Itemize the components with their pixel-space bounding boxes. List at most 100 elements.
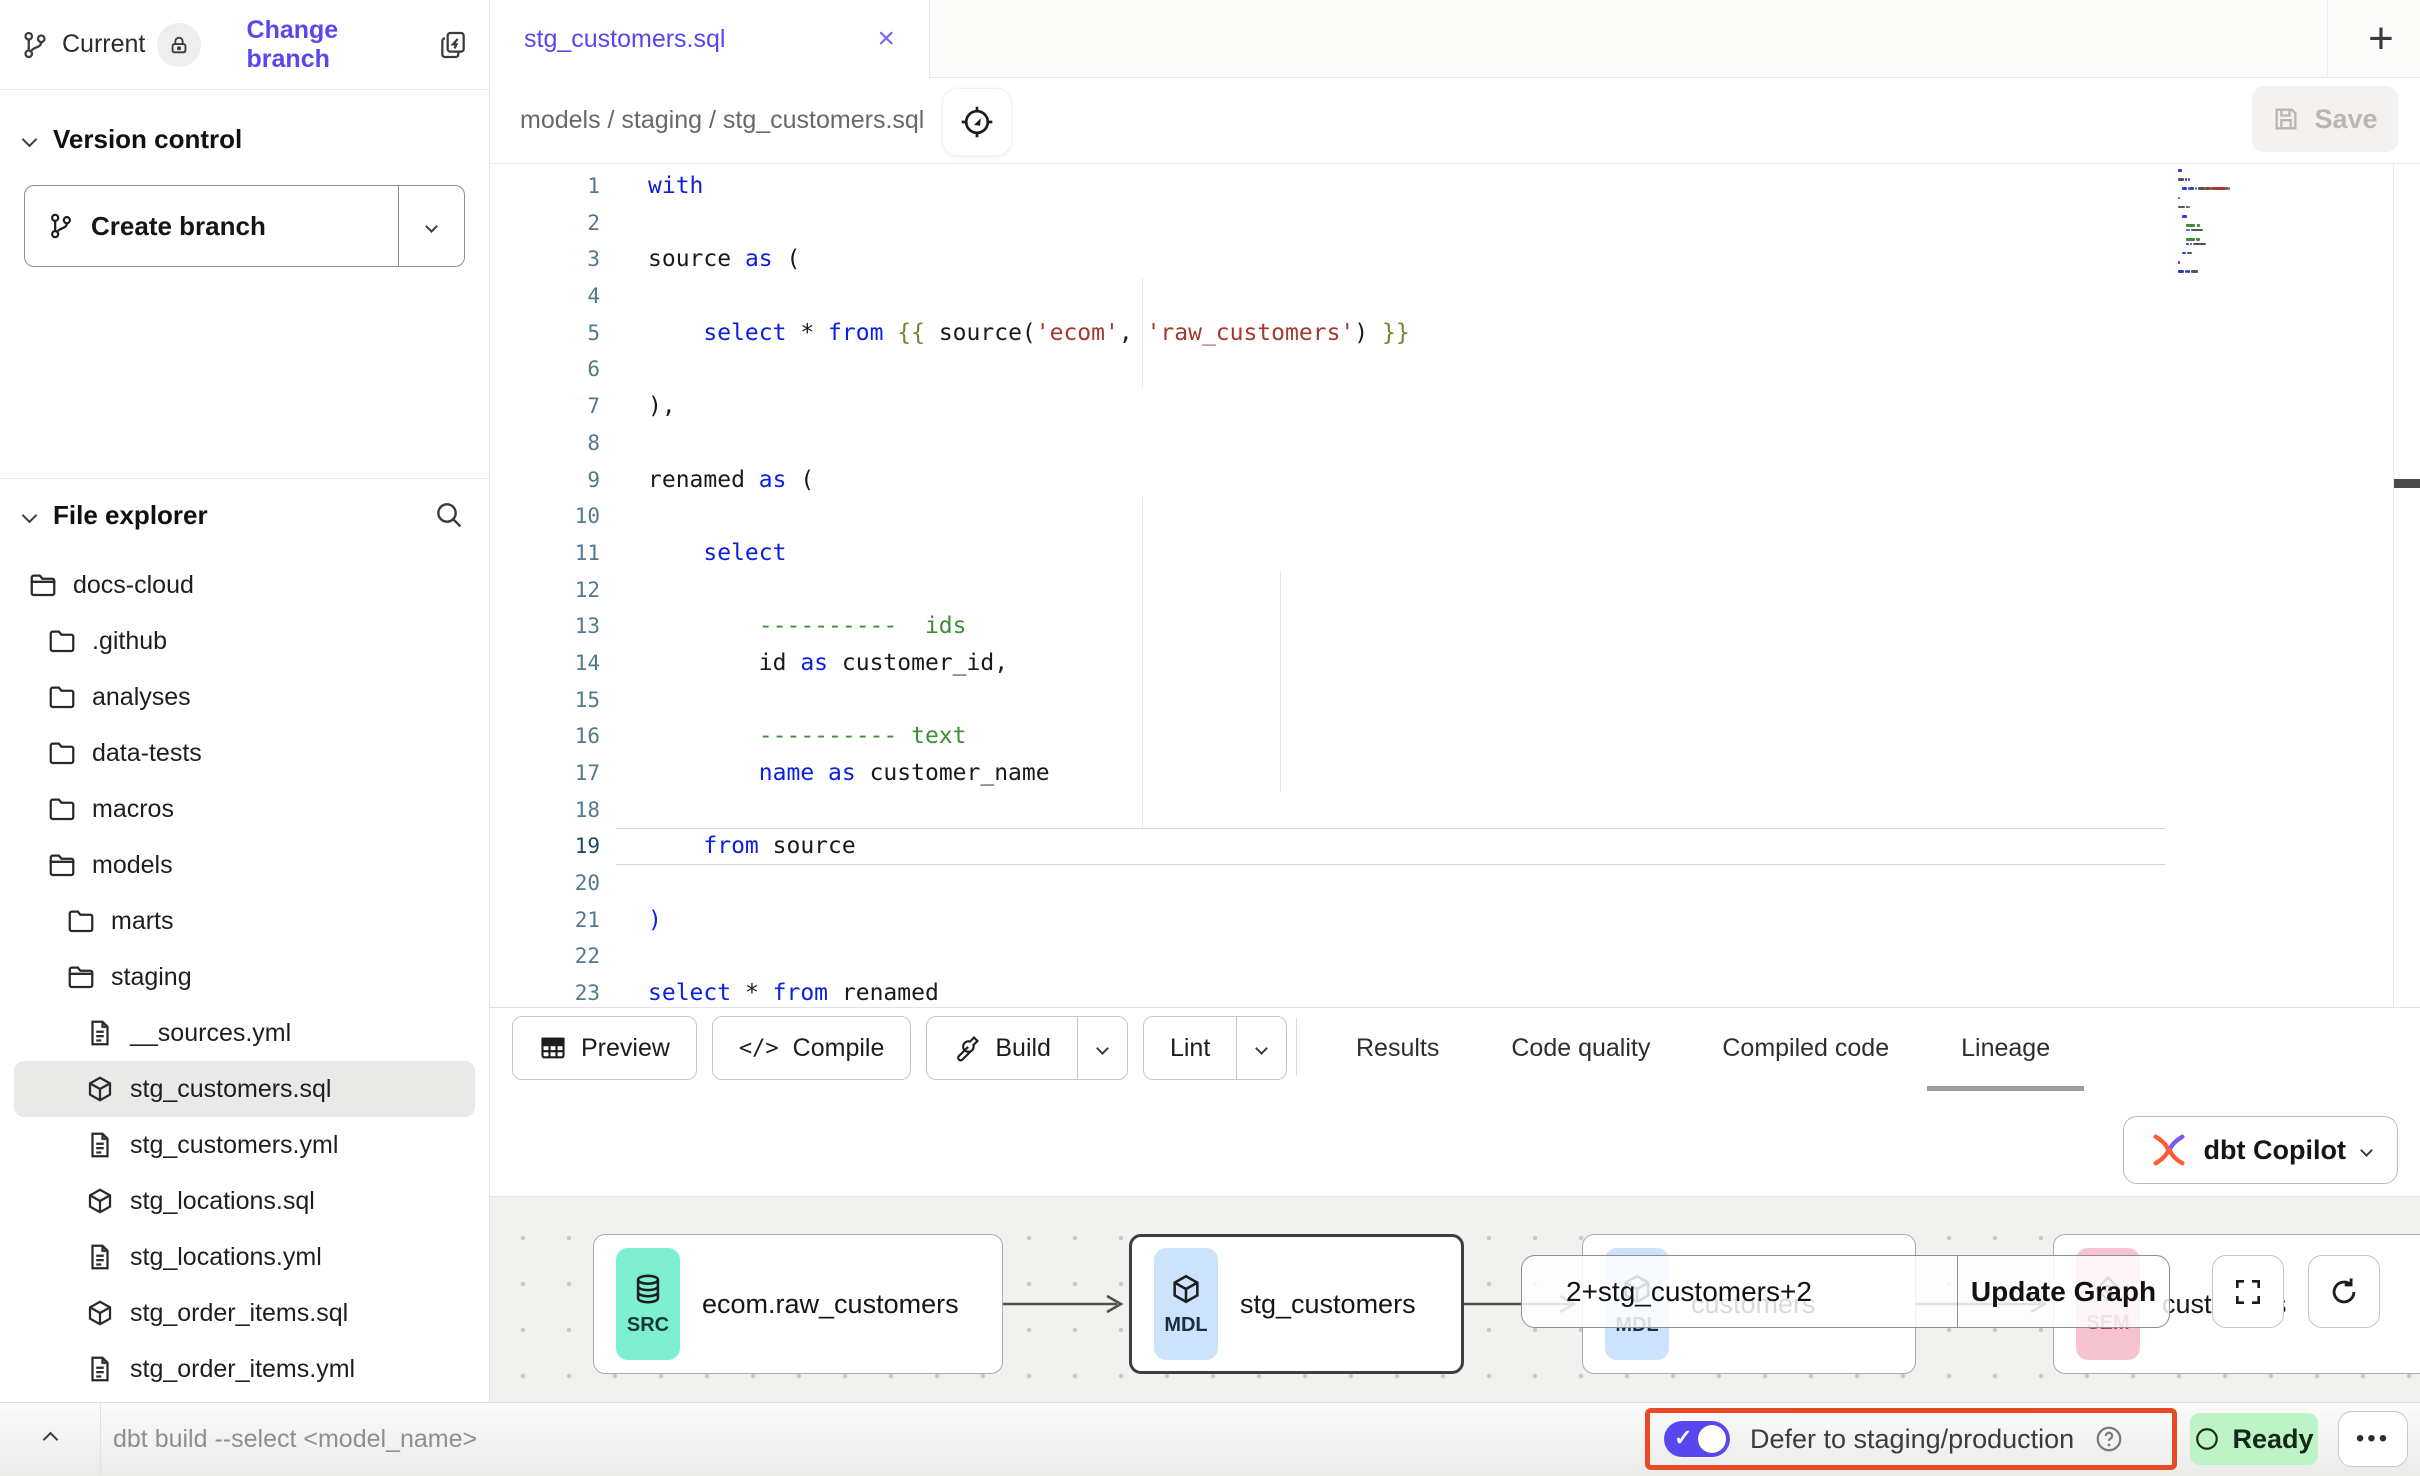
line-number: 11: [490, 535, 600, 572]
selector-input[interactable]: 2+stg_customers+2: [1522, 1276, 1957, 1308]
code-line-6[interactable]: 6: [490, 351, 2420, 388]
build-button[interactable]: Build: [927, 1017, 1077, 1079]
folder-icon: [47, 626, 77, 656]
tree-folder-data-tests[interactable]: data-tests: [14, 725, 475, 781]
preview-button[interactable]: Preview: [512, 1016, 697, 1080]
branch-icon: [47, 212, 75, 240]
tree-folder-docs-cloud[interactable]: docs-cloud: [14, 557, 475, 613]
code-line-5[interactable]: 5 select * from {{ source('ecom', 'raw_c…: [490, 315, 2420, 352]
code-editor[interactable]: 1with23source as (45 select * from {{ so…: [490, 164, 2420, 1008]
create-branch-label: Create branch: [91, 211, 266, 242]
line-content: renamed as (: [648, 462, 814, 499]
tree-folder-macros[interactable]: macros: [14, 781, 475, 837]
tree-folder-.github[interactable]: .github: [14, 613, 475, 669]
code-line-3[interactable]: 3source as (: [490, 241, 2420, 278]
scrollbar-thumb[interactable]: [2394, 479, 2420, 488]
folder-icon: [66, 906, 96, 936]
lineage-node-stg_customers[interactable]: MDLstg_customers: [1129, 1234, 1464, 1374]
tree-folder-analyses[interactable]: analyses: [14, 669, 475, 725]
tab-code-quality[interactable]: Code quality: [1511, 1034, 1650, 1063]
code-line-22[interactable]: 22: [490, 938, 2420, 975]
tree-file-stg_order_items.sql[interactable]: stg_order_items.sql: [14, 1285, 475, 1341]
code-line-23[interactable]: 23select * from renamed: [490, 975, 2420, 1008]
model-icon: [85, 1186, 115, 1216]
code-line-13[interactable]: 13 ---------- ids: [490, 608, 2420, 645]
minimap[interactable]: [2172, 166, 2302, 278]
tab-stg-customers-sql[interactable]: stg_customers.sql ×: [490, 0, 930, 78]
minimap-line: [2178, 197, 2180, 200]
code-line-15[interactable]: 15: [490, 682, 2420, 719]
tree-folder-staging[interactable]: staging: [14, 949, 475, 1005]
compile-button[interactable]: </> Compile: [712, 1016, 911, 1080]
save-button[interactable]: Save: [2252, 86, 2398, 152]
collapse-panel-button[interactable]: [0, 1434, 100, 1445]
more-options-button[interactable]: •••: [2338, 1411, 2408, 1467]
line-number: 15: [490, 682, 600, 719]
line-number: 19: [490, 828, 600, 865]
help-icon[interactable]: [2094, 1424, 2124, 1454]
compass-icon: [959, 104, 995, 140]
update-graph-button[interactable]: Update Graph: [1957, 1256, 2169, 1327]
lineage-node-ecom.raw_customers[interactable]: SRCecom.raw_customers: [593, 1234, 1003, 1374]
line-content: id as customer_id,: [648, 645, 1008, 682]
code-line-4[interactable]: 4: [490, 278, 2420, 315]
model-icon: [85, 1298, 115, 1328]
code-line-14[interactable]: 14 id as customer_id,: [490, 645, 2420, 682]
build-label: Build: [995, 1034, 1051, 1063]
file-tree: docs-cloud.githubanalyses data-tests macro…: [0, 557, 489, 1397]
file-search-button[interactable]: [433, 499, 465, 531]
defer-toggle[interactable]: ✓: [1664, 1421, 1730, 1457]
line-number: 8: [490, 425, 600, 462]
change-branch-link[interactable]: Change branch: [247, 16, 425, 74]
tree-file-stg_customers.sql[interactable]: stg_customers.sql: [14, 1061, 475, 1117]
minimap-line: [2188, 229, 2190, 232]
code-line-12[interactable]: 12: [490, 572, 2420, 609]
close-tab-icon[interactable]: ×: [877, 24, 895, 54]
code-line-21[interactable]: 21): [490, 902, 2420, 939]
navigate-button[interactable]: [942, 88, 1012, 156]
tree-folder-marts[interactable]: marts: [14, 893, 475, 949]
refresh-button[interactable]: [2308, 1255, 2380, 1328]
new-tab-button[interactable]: +: [2356, 14, 2406, 64]
code-line-17[interactable]: 17 name as customer_name: [490, 755, 2420, 792]
code-line-1[interactable]: 1with: [490, 168, 2420, 205]
tree-item-label: data-tests: [92, 739, 202, 768]
action-buttons: Preview </> Compile: [512, 1016, 1287, 1080]
fullscreen-button[interactable]: [2212, 1255, 2284, 1328]
minimap-line: [2186, 243, 2190, 246]
minimap-line: [2182, 252, 2186, 255]
tree-folder-models[interactable]: models: [14, 837, 475, 893]
code-line-7[interactable]: 7),: [490, 388, 2420, 425]
command-input[interactable]: dbt build --select <model_name>: [113, 1425, 477, 1454]
tab-lineage[interactable]: Lineage: [1961, 1034, 2050, 1063]
create-branch-dropdown[interactable]: [398, 186, 464, 266]
tree-file-stg_locations.sql[interactable]: stg_locations.sql: [14, 1173, 475, 1229]
tab-compiled-code[interactable]: Compiled code: [1722, 1034, 1889, 1063]
code-line-18[interactable]: 18: [490, 792, 2420, 829]
build-dropdown[interactable]: [1077, 1017, 1127, 1079]
tree-file-__sources.yml[interactable]: __sources.yml: [14, 1005, 475, 1061]
tab-results[interactable]: Results: [1356, 1034, 1439, 1063]
version-control-header[interactable]: Version control: [0, 90, 489, 161]
code-line-2[interactable]: 2: [490, 205, 2420, 242]
code-line-10[interactable]: 10: [490, 498, 2420, 535]
copy-branch-button[interactable]: [437, 29, 469, 61]
fullscreen-icon: [2232, 1276, 2264, 1308]
code-line-19[interactable]: 19 from source: [490, 828, 2420, 865]
code-line-8[interactable]: 8: [490, 425, 2420, 462]
code-line-11[interactable]: 11 select: [490, 535, 2420, 572]
lint-button[interactable]: Lint: [1144, 1017, 1236, 1079]
tree-file-stg_customers.yml[interactable]: stg_customers.yml: [14, 1117, 475, 1173]
code-line-20[interactable]: 20: [490, 865, 2420, 902]
tree-file-stg_locations.yml[interactable]: stg_locations.yml: [14, 1229, 475, 1285]
lint-dropdown[interactable]: [1236, 1017, 1286, 1079]
code-line-9[interactable]: 9renamed as (: [490, 462, 2420, 499]
file-explorer-header[interactable]: File explorer: [0, 488, 489, 542]
database-icon: [631, 1272, 665, 1306]
dbt-copilot-button[interactable]: dbt Copilot: [2123, 1116, 2398, 1184]
code-line-16[interactable]: 16 ---------- text: [490, 718, 2420, 755]
create-branch-button[interactable]: Create branch: [25, 186, 398, 266]
branch-icon: [20, 30, 50, 60]
tree-file-stg_order_items.yml[interactable]: stg_order_items.yml: [14, 1341, 475, 1397]
lineage-canvas[interactable]: SRCecom.raw_customersMDLstg_customersMDL…: [490, 1196, 2420, 1402]
